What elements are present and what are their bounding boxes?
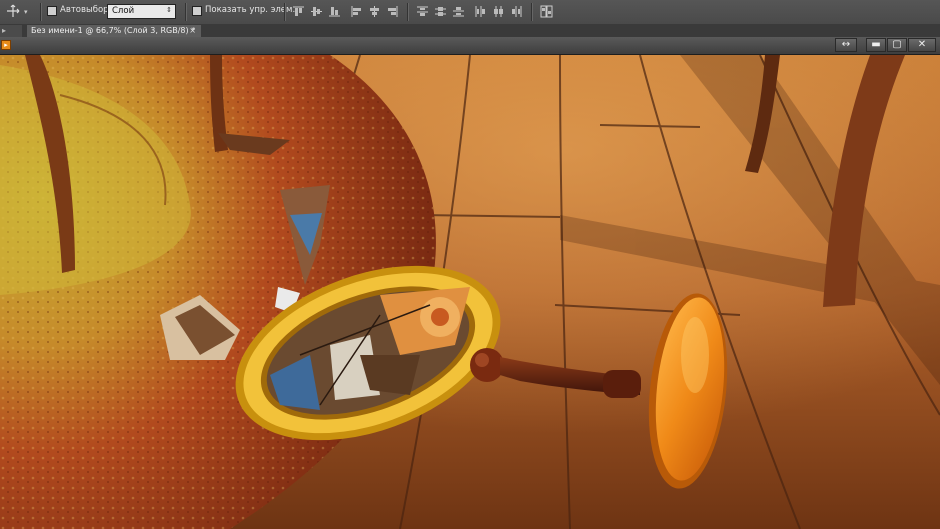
maximize-icon[interactable]: ▢ bbox=[887, 38, 907, 52]
distribute-right-icon[interactable] bbox=[510, 5, 523, 18]
distribute-left-icon[interactable] bbox=[474, 5, 487, 18]
separator bbox=[284, 3, 286, 21]
auto-select-dropdown[interactable]: Слой ⇕ bbox=[107, 4, 176, 19]
close-tab-icon[interactable]: × bbox=[189, 25, 196, 37]
distribute-bottom-icon[interactable] bbox=[452, 5, 465, 18]
tool-preset-picker[interactable]: ▾ bbox=[6, 4, 36, 20]
auto-select-checkbox[interactable] bbox=[47, 6, 57, 16]
options-bar: ▾ Автовыбор: Слой ⇕ Показать упр. элем. bbox=[0, 0, 940, 25]
auto-select-value: Слой bbox=[112, 6, 135, 16]
align-hcenter-icon[interactable] bbox=[368, 5, 381, 18]
separator bbox=[40, 3, 42, 21]
show-transform-label: Показать упр. элем. bbox=[205, 5, 296, 15]
dropdown-arrows-icon: ⇕ bbox=[166, 6, 172, 14]
auto-select-label: Автовыбор: bbox=[60, 5, 112, 15]
document-tab-bar: ▸ Без имени-1 @ 66,7% (Слой 3, RGB/8) * … bbox=[0, 24, 940, 38]
photoshop-doc-icon: ▸ bbox=[1, 40, 11, 50]
tab-overflow-arrow[interactable]: ▸ bbox=[0, 25, 22, 37]
align-top-icon[interactable] bbox=[292, 5, 305, 18]
auto-align-icon[interactable] bbox=[540, 5, 553, 18]
distribute-vcenter-icon[interactable] bbox=[434, 5, 447, 18]
arrange-icon[interactable]: ↔ bbox=[835, 38, 857, 52]
document-tab[interactable]: Без имени-1 @ 66,7% (Слой 3, RGB/8) * × bbox=[27, 25, 201, 37]
minimize-icon[interactable]: ▬ bbox=[866, 38, 886, 52]
align-bottom-icon[interactable] bbox=[328, 5, 341, 18]
align-vcenter-icon[interactable] bbox=[310, 5, 323, 18]
close-icon[interactable]: ✕ bbox=[908, 38, 936, 52]
document-tab-title: Без имени-1 @ 66,7% (Слой 3, RGB/8) * bbox=[31, 26, 196, 35]
distribute-hcenter-icon[interactable] bbox=[492, 5, 505, 18]
move-tool-icon bbox=[6, 4, 22, 21]
align-left-icon[interactable] bbox=[350, 5, 363, 18]
separator bbox=[185, 3, 187, 21]
chevron-down-icon: ▾ bbox=[24, 8, 28, 16]
distribute-top-icon[interactable] bbox=[416, 5, 429, 18]
separator bbox=[407, 3, 409, 21]
canvas-artwork bbox=[0, 55, 940, 529]
document-canvas[interactable] bbox=[0, 55, 940, 529]
align-right-icon[interactable] bbox=[386, 5, 399, 18]
document-window-bar: ▸ ↔ ▬ ▢ ✕ bbox=[0, 37, 940, 55]
show-transform-checkbox[interactable] bbox=[192, 6, 202, 16]
separator bbox=[531, 3, 533, 21]
